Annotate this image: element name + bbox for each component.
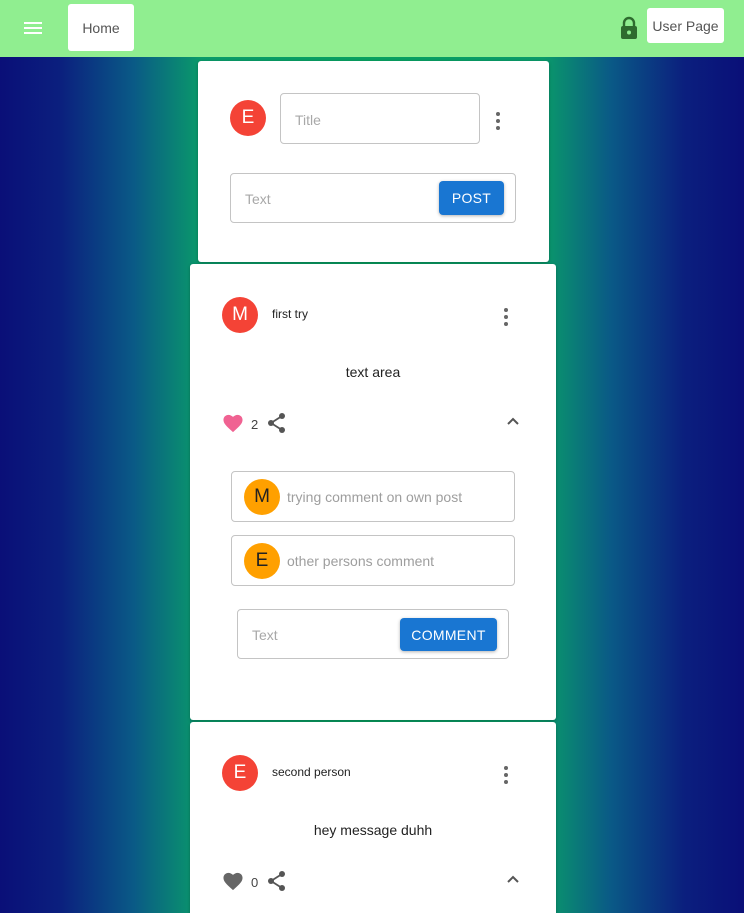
post-text-field[interactable]: POST [230, 173, 516, 224]
avatar: E [222, 755, 258, 791]
more-options-icon[interactable] [496, 763, 516, 787]
heart-icon[interactable] [222, 413, 244, 433]
comment-input[interactable] [250, 610, 394, 660]
comment-text: other persons comment [287, 553, 435, 569]
post-body: text area [345, 364, 401, 380]
like-count: 2 [251, 417, 259, 432]
post-body: hey message duhh [313, 822, 433, 838]
title-input[interactable] [293, 94, 467, 145]
comment-avatar: M [244, 479, 280, 515]
heart-icon[interactable] [222, 871, 244, 891]
comment-item: E other persons comment [231, 535, 515, 586]
title-field[interactable] [280, 93, 480, 145]
post-text-input[interactable] [243, 174, 437, 224]
more-options-icon[interactable] [496, 305, 516, 329]
post-author: second person [272, 765, 351, 779]
chevron-up-icon[interactable] [506, 874, 520, 884]
post-card: M first try text area 2 M trying comment… [190, 264, 556, 720]
home-button[interactable]: Home [68, 4, 134, 51]
post-author: first try [272, 307, 308, 321]
comment-button[interactable]: COMMENT [400, 618, 497, 651]
comment-text: trying comment on own post [287, 489, 463, 505]
post-card: E second person hey message duhh 0 [190, 722, 556, 913]
avatar: M [222, 297, 258, 333]
chevron-up-icon[interactable] [506, 416, 520, 426]
lock-icon [621, 16, 637, 39]
comment-avatar: E [244, 543, 280, 579]
avatar-initial: M [232, 304, 248, 325]
comment-field[interactable]: COMMENT [237, 609, 509, 660]
user-page-button[interactable]: User Page [647, 8, 724, 43]
comment-item: M trying comment on own post [231, 471, 515, 522]
avatar: E [230, 100, 266, 136]
menu-icon [24, 22, 42, 34]
menu-button[interactable] [18, 14, 48, 42]
share-icon[interactable] [267, 870, 287, 892]
avatar-initial: E [255, 550, 269, 571]
share-icon[interactable] [267, 412, 287, 434]
avatar-initial: E [233, 762, 247, 783]
like-count: 0 [251, 875, 259, 890]
more-options-icon[interactable] [488, 109, 508, 133]
app-bar: Home User Page [0, 0, 744, 57]
post-button[interactable]: POST [439, 181, 504, 215]
avatar-initial: E [241, 107, 255, 128]
new-post-card: E POST [198, 61, 549, 262]
avatar-initial: M [254, 486, 270, 507]
